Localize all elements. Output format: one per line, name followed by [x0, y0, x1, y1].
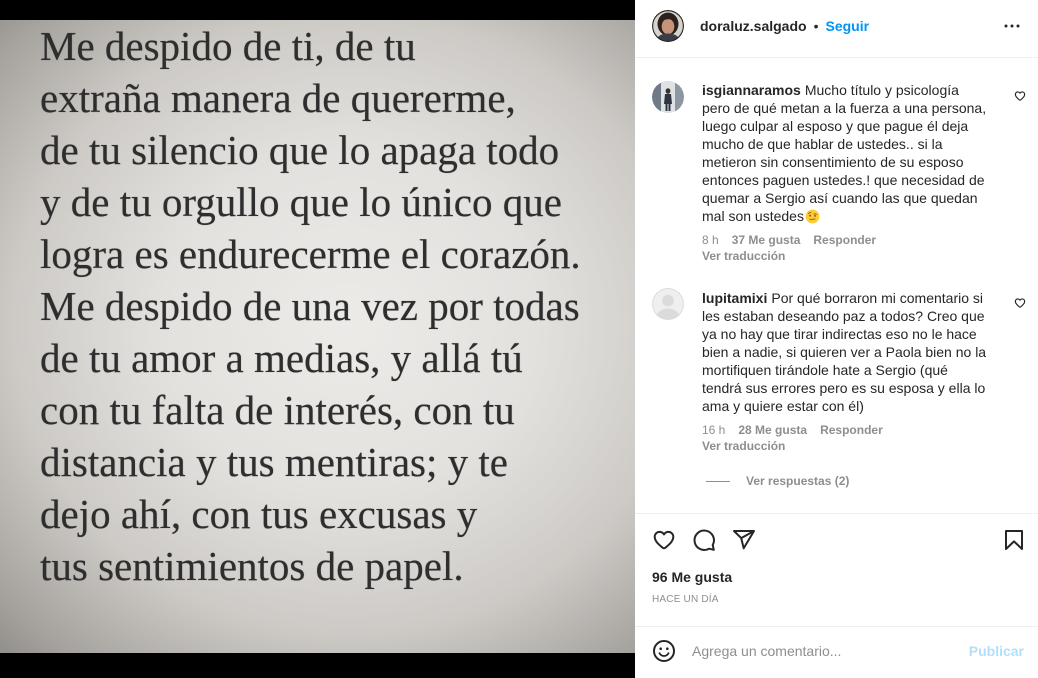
comment-like-heart-icon[interactable] [1014, 90, 1026, 102]
comment-line: metieron sin consentimiento de su esposo [702, 154, 964, 170]
image-text-line: logra es endurecerme el corazón. [40, 231, 581, 277]
comment-line: lupitamixi Por qué borraron mi comentario… [702, 289, 1014, 307]
comment-time[interactable]: 8 h [702, 232, 719, 248]
comments-divider [635, 513, 1038, 514]
replies-dash [706, 480, 730, 482]
composer-divider [635, 626, 1038, 627]
publish-button[interactable]: Publicar [969, 642, 1024, 660]
view-replies-label[interactable]: Ver respuestas (2) [746, 473, 849, 489]
post-image[interactable]: Me despido de ti, de tu extraña manera d… [0, 20, 635, 653]
comment-text: Mucho título y psicología [804, 82, 959, 98]
comment-input[interactable] [692, 641, 942, 661]
comment-username[interactable]: lupitamixi [702, 290, 767, 306]
face-with-raised-eyebrow-icon [805, 209, 820, 224]
image-text-line: Me despido de una vez por todas [40, 283, 580, 329]
comment-line: tendrá sus errores pero es su esposa y e… [702, 380, 986, 396]
image-text-line: de tu silencio que lo apaga todo [40, 127, 560, 173]
see-translation-button[interactable]: Ver traducción [702, 438, 785, 454]
author-username[interactable]: doraluz.salgado [700, 17, 807, 35]
comment-like-heart-icon[interactable] [1014, 297, 1026, 309]
comment-line: mucho de que hablar de ustedes.. si la [702, 136, 943, 152]
comment-body: isgiannaramos Mucho título y psicología p… [702, 81, 1014, 225]
header-divider [635, 57, 1038, 58]
follow-button[interactable]: Seguir [825, 17, 869, 35]
header-separator: • [813, 18, 819, 34]
view-replies-button[interactable]: Ver respuestas (2) [706, 473, 849, 489]
comment-time[interactable]: 16 h [702, 422, 725, 438]
post-like-count[interactable]: 96 Me gusta [652, 568, 732, 586]
commenter-avatar[interactable] [652, 288, 684, 320]
post-header: doraluz.salgado • Seguir [700, 17, 869, 35]
comment-line: mortifiquen tirándole hate a Sergio (qué [702, 362, 948, 378]
comment-line: luego culpar al esposo y que pague él de… [702, 118, 969, 134]
see-translation-button[interactable]: Ver traducción [702, 248, 785, 264]
comment-line: ya no hay que tirar indirectas eso no le… [702, 326, 977, 342]
image-text-line: y de tu orgullo que lo único que [40, 179, 562, 225]
comment-icon[interactable] [692, 528, 716, 552]
comment-line: les estaban deseando paz a todos? Creo q… [702, 308, 985, 324]
post-media[interactable]: Me despido de ti, de tu extraña manera d… [0, 0, 635, 678]
image-quote-text: Me despido de ti, de tu extraña manera d… [40, 20, 581, 592]
comment-meta: 8 h 37 Me gusta Responder [702, 232, 889, 248]
comment-line: isgiannaramos Mucho título y psicología [702, 81, 1014, 99]
comment-body: lupitamixi Por qué borraron mi comentario… [702, 289, 1014, 415]
smiley-icon[interactable] [652, 639, 676, 663]
image-text-line: extraña manera de quererme, [40, 75, 516, 121]
comment-line: mal son ustedes [702, 207, 1014, 225]
comment-like-count[interactable]: 28 Me gusta [738, 422, 807, 438]
comment-line: ama y quiere estar con él) [702, 398, 864, 414]
post-timestamp: HACE UN DÍA [652, 594, 719, 605]
commenter-avatar[interactable] [652, 81, 684, 113]
author-avatar[interactable] [652, 10, 684, 42]
bookmark-icon[interactable] [1002, 528, 1026, 552]
reply-button[interactable]: Responder [813, 232, 876, 248]
more-options-icon[interactable] [1000, 14, 1024, 38]
image-text-line: tus sentimientos de papel. [40, 543, 464, 589]
image-text-line: de tu amor a medias, y allá tú [40, 335, 523, 381]
share-icon[interactable] [732, 528, 756, 552]
image-text-line: Me despido de ti, de tu [40, 23, 416, 69]
comment-like-count[interactable]: 37 Me gusta [732, 232, 801, 248]
comment-username[interactable]: isgiannaramos [702, 82, 801, 98]
comment-line: bien a nadie, si quieren ver a Paola bie… [702, 344, 987, 360]
comment-text: Por qué borraron mi comentario si [771, 290, 984, 306]
comment-line: entonces paguen ustedes.! que necesidad … [702, 172, 985, 188]
reply-button[interactable]: Responder [820, 422, 883, 438]
comment-line: quemar a Sergio así cuando las que queda… [702, 190, 978, 206]
comment-text: mal son ustedes [702, 208, 804, 224]
comment-line: pero de qué metan a la fuerza a una pers… [702, 100, 987, 116]
like-heart-icon[interactable] [652, 528, 676, 552]
post-side-panel: doraluz.salgado • Seguir isgiannaramos Mu… [635, 0, 1038, 678]
image-text-line: distancia y tus mentiras; y te [40, 439, 508, 485]
image-text-line: con tu falta de interés, con tu [40, 387, 515, 433]
image-text-line: dejo ahí, con tus excusas y [40, 491, 478, 537]
comment-meta: 16 h 28 Me gusta Responder [702, 422, 896, 438]
